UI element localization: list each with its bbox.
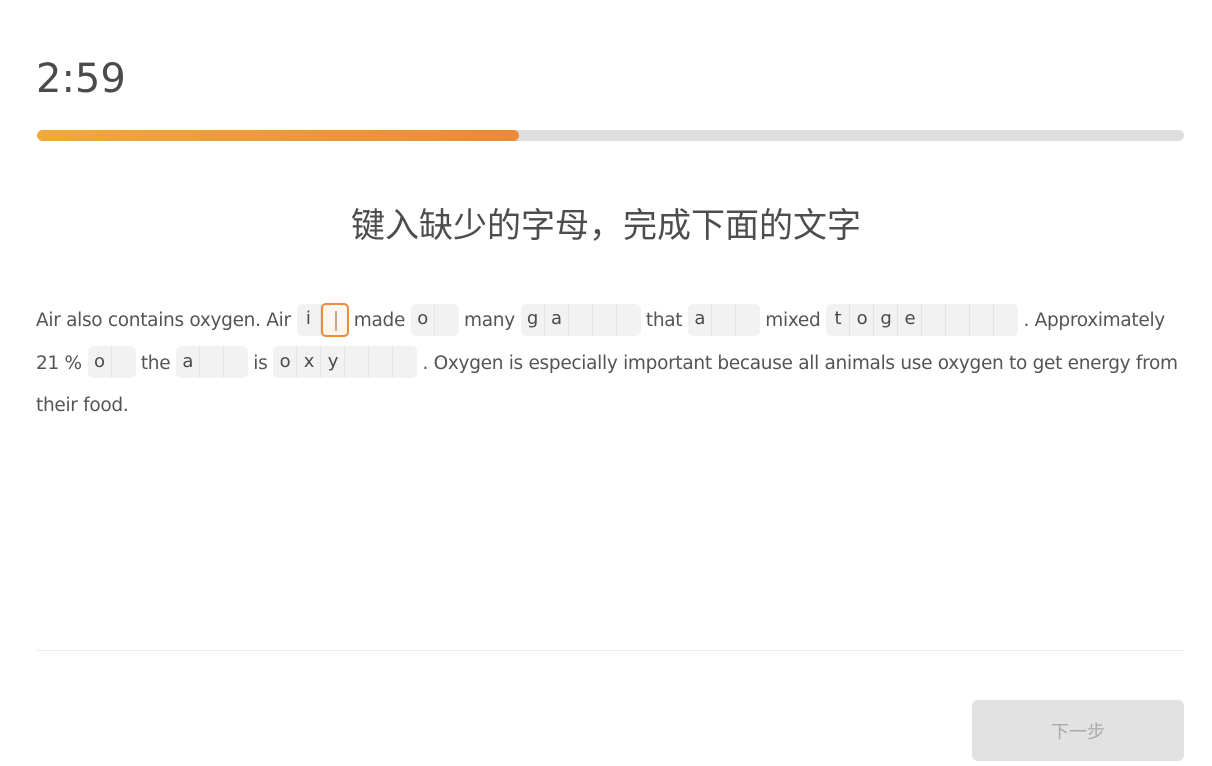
given-letter: y [321, 346, 346, 378]
next-step-button[interactable]: 下一步 [972, 700, 1184, 761]
given-letter: o [411, 303, 436, 336]
given-letter: e [898, 303, 923, 336]
letter-input[interactable] [569, 303, 593, 336]
given-letter: o [273, 346, 298, 378]
missing-letters-input[interactable]: o [87, 346, 136, 378]
letter-input[interactable] [922, 303, 947, 336]
letter-input[interactable] [970, 303, 995, 336]
letter-input-focused[interactable] [320, 302, 349, 337]
missing-letters-input[interactable]: a [688, 303, 761, 336]
given-letter: t [826, 303, 851, 336]
letter-input[interactable] [369, 346, 394, 378]
letter-input[interactable] [593, 303, 617, 336]
given-letter: i [297, 303, 321, 336]
letter-input[interactable] [994, 304, 1018, 336]
missing-letters-input[interactable]: toge [826, 303, 1019, 336]
letter-input[interactable] [435, 304, 459, 336]
missing-letters-input[interactable]: i [296, 302, 349, 337]
given-letter: o [850, 303, 875, 336]
letter-input[interactable] [345, 346, 370, 378]
letter-input[interactable] [946, 303, 971, 336]
passage-text: that [645, 310, 683, 331]
footer-divider [37, 650, 1184, 651]
letter-input[interactable] [224, 346, 248, 378]
given-letter: a [176, 346, 201, 378]
letter-input[interactable] [200, 346, 225, 378]
passage-text: the [140, 352, 171, 374]
given-letter: g [874, 303, 899, 336]
missing-letters-input[interactable]: a [176, 346, 249, 378]
letter-input[interactable] [736, 304, 760, 336]
passage-text: mixed [765, 310, 821, 331]
instruction-heading: 键入缺少的字母，完成下面的文字 [351, 206, 861, 246]
missing-letters-input[interactable]: ga [520, 303, 641, 336]
letter-input[interactable] [112, 346, 136, 378]
letter-input[interactable] [393, 346, 417, 378]
passage-text: is [253, 352, 268, 374]
progress-bar [37, 130, 1184, 141]
given-letter: x [297, 346, 322, 378]
passage-text: made [353, 310, 406, 331]
given-letter: a [688, 303, 713, 336]
fill-in-passage: Air also contains oxygen. Air i made o many g… [36, 300, 1186, 428]
letter-input[interactable] [617, 304, 641, 336]
passage-text: Air also contains oxygen. Air [36, 310, 291, 331]
given-letter: g [521, 303, 545, 336]
given-letter: a [545, 303, 569, 336]
missing-letters-input[interactable]: oxy [273, 346, 418, 378]
progress-bar-fill [37, 130, 519, 141]
countdown-timer: 2:59 [36, 56, 126, 102]
given-letter: o [88, 346, 112, 378]
passage-text: many [464, 310, 515, 331]
missing-letters-input[interactable]: o [411, 303, 460, 336]
letter-input[interactable] [712, 303, 737, 336]
